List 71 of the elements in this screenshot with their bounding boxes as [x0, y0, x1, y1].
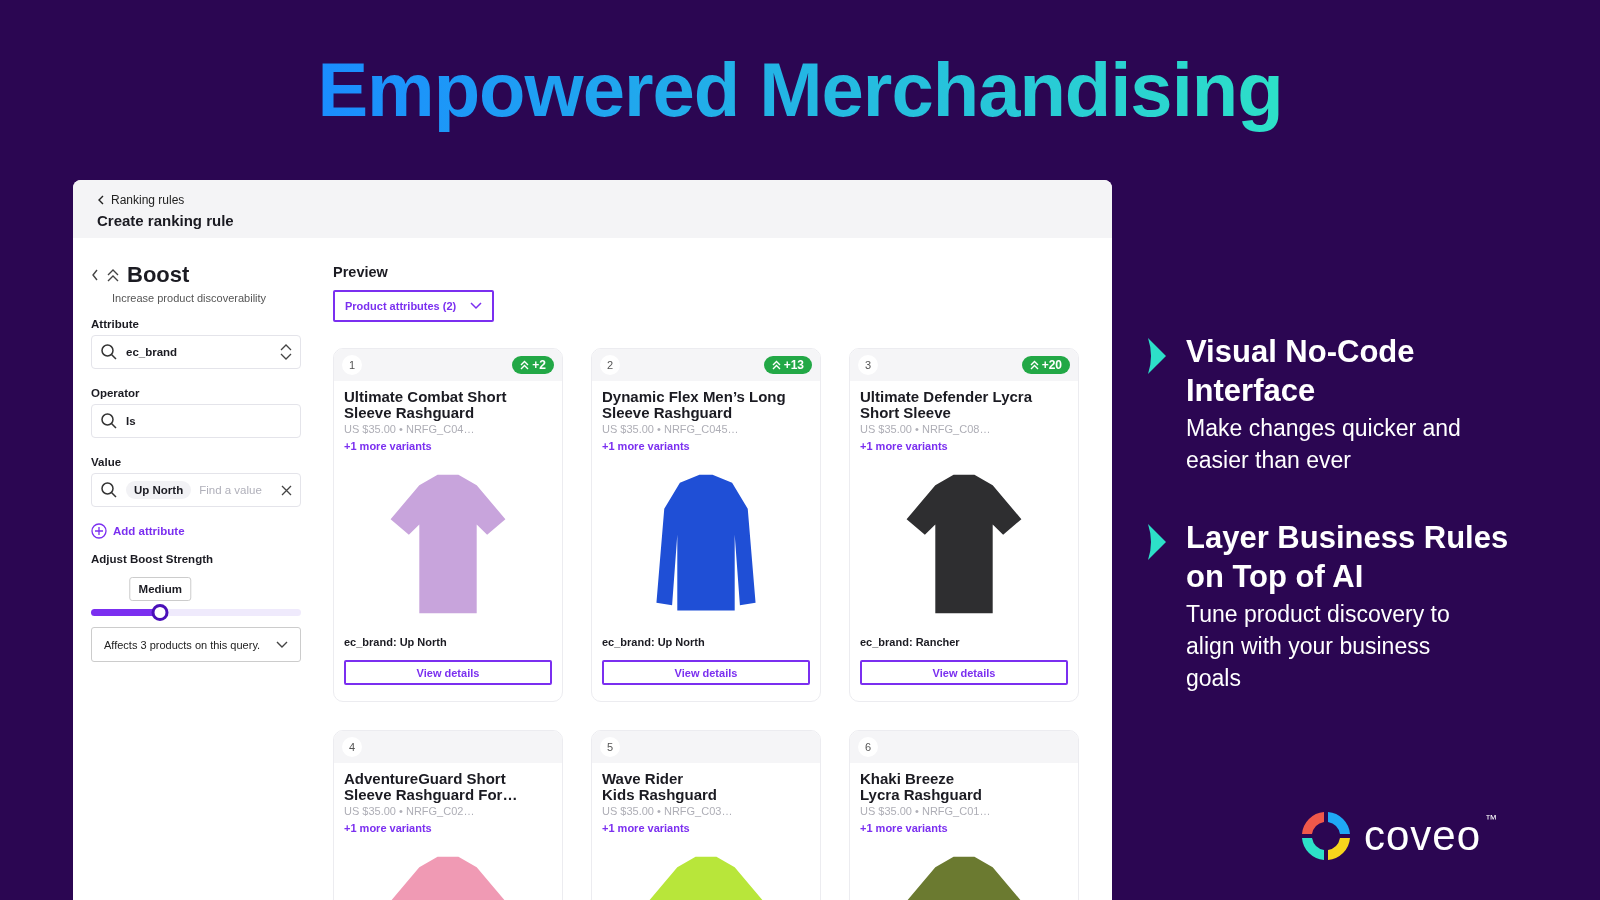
- brand-label: ec_brand: Up North: [344, 636, 448, 648]
- rank-number: 3: [858, 355, 878, 375]
- page-title: Create ranking rule: [97, 212, 235, 229]
- value-tag: Up North: [126, 481, 192, 499]
- plus-circle-icon: [91, 523, 107, 539]
- product-title: Ultimate Combat Short Sleeve Rashguard: [344, 389, 508, 421]
- variants-link[interactable]: +1 more variants: [602, 822, 810, 834]
- logo-wordmark: coveo: [1364, 815, 1482, 857]
- feature-text: Make changes quicker and easier than ever: [1186, 414, 1462, 475]
- add-attribute-link[interactable]: Add attribute: [91, 523, 185, 539]
- variants-link[interactable]: +1 more variants: [860, 822, 1068, 834]
- product-meta: US $35.00 • NRFG_C04…: [344, 423, 476, 435]
- product-title: AdventureGuard Short Sleeve Rashguard For…: [344, 771, 519, 803]
- rank-number: 6: [858, 737, 878, 757]
- operator-field[interactable]: Is: [91, 404, 301, 438]
- chevron-icon: [1148, 338, 1166, 374]
- boost-badge: +20: [1021, 356, 1070, 374]
- trademark-mark: ™: [1485, 812, 1498, 826]
- chevron-down-icon: [276, 640, 288, 649]
- rule-title: Boost: [127, 262, 190, 288]
- attribute-select[interactable]: ec_brand: [91, 335, 301, 369]
- boost-slider[interactable]: [91, 604, 301, 621]
- rank-number: 5: [600, 737, 620, 757]
- product-meta: US $35.00 • NRFG_C045…: [602, 423, 740, 435]
- variants-link[interactable]: +1 more variants: [860, 440, 1068, 452]
- breadcrumb-link[interactable]: Ranking rules: [97, 193, 185, 207]
- up-down-icon: [280, 343, 292, 361]
- view-details-button[interactable]: View details: [344, 660, 552, 685]
- product-title: Dynamic Flex Men’s Long Sleeve Rashguard: [602, 389, 787, 421]
- close-icon[interactable]: [281, 484, 292, 496]
- product-title: Ultimate Defender Lycra Short Sleeve: [860, 389, 1033, 421]
- variants-link[interactable]: +1 more variants: [602, 440, 810, 452]
- back-icon: [97, 195, 105, 205]
- slider-label: Adjust Boost Strength: [91, 553, 215, 565]
- product-meta: US $35.00 • NRFG_C02…: [344, 805, 476, 817]
- double-chevron-up-icon: [107, 268, 119, 282]
- search-icon: [100, 481, 118, 499]
- chevron-down-icon: [470, 302, 483, 310]
- slider-thumb[interactable]: [151, 604, 169, 621]
- product-meta: US $35.00 • NRFG_C08…: [860, 423, 992, 435]
- product-meta: US $35.00 • NRFG_C01…: [860, 805, 992, 817]
- variants-link[interactable]: +1 more variants: [344, 440, 552, 452]
- search-icon: [100, 343, 118, 361]
- variants-link[interactable]: +1 more variants: [344, 822, 552, 834]
- boost-badge: +13: [763, 356, 812, 374]
- value-field[interactable]: Up North Find a value: [91, 473, 301, 507]
- brand-label: ec_brand: Up North: [602, 636, 706, 648]
- field-label: Attribute: [91, 318, 140, 330]
- attributes-dropdown[interactable]: Product attributes (2): [333, 290, 495, 322]
- feature-title: Visual No-Code Interface: [1186, 333, 1416, 410]
- brand-label: ec_brand: Rancher: [860, 636, 961, 648]
- product-meta: US $35.00 • NRFG_C03…: [602, 805, 734, 817]
- field-label: Value: [91, 456, 123, 468]
- product-title: Khaki Breeze Lycra Rashguard: [860, 771, 983, 803]
- affects-dropdown[interactable]: Affects 3 products on this query.: [91, 627, 301, 662]
- product-title: Wave Rider Kids Rashguard: [602, 771, 719, 803]
- boost-badge: +2: [512, 356, 554, 374]
- feature-title: Layer Business Rules on Top of AI: [1186, 519, 1510, 596]
- field-label: Operator: [91, 387, 141, 399]
- back-icon[interactable]: [91, 269, 99, 281]
- view-details-button[interactable]: View details: [860, 660, 1068, 685]
- view-details-button[interactable]: View details: [602, 660, 810, 685]
- feature-text: Tune product discovery to align with your business goals: [1186, 600, 1451, 693]
- slider-tooltip: Medium: [129, 577, 191, 601]
- chevron-icon: [1148, 524, 1166, 560]
- rank-number: 2: [600, 355, 620, 375]
- preview-title: Preview: [333, 264, 389, 280]
- rule-subtitle: Increase product discoverability: [112, 292, 268, 304]
- search-icon: [100, 412, 118, 430]
- rank-number: 1: [342, 355, 362, 375]
- rank-number: 4: [342, 737, 362, 757]
